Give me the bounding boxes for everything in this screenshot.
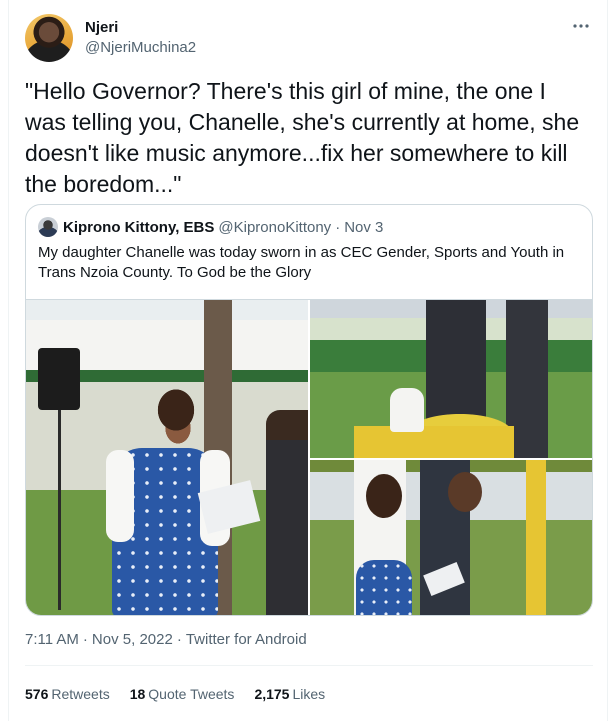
lady-head-shape: [366, 474, 402, 518]
likes-stat[interactable]: 2,175 Likes: [254, 684, 325, 704]
photo-signing-table[interactable]: [310, 300, 592, 458]
tweet-text: "Hello Governor? There's this girl of mi…: [25, 78, 586, 197]
author-display-name[interactable]: Njeri: [85, 18, 196, 38]
divider: [25, 665, 593, 666]
tweet-card: Njeri @NjeriMuchina2 "Hello Governor? Th…: [8, 0, 608, 721]
avatar[interactable]: [25, 14, 73, 62]
author-names[interactable]: Njeri @NjeriMuchina2: [85, 18, 196, 58]
tweet-time-link[interactable]: 7:11 AM: [25, 631, 79, 648]
likes-label: Likes: [292, 686, 326, 702]
speaker-shape: [38, 348, 80, 410]
retweets-stat[interactable]: 576 Retweets: [25, 684, 110, 704]
quote-tweets-label: Quote Tweets: [148, 686, 235, 702]
table-shape: [354, 426, 514, 458]
quoted-tweet[interactable]: Kiprono Kittony, EBS @KipronoKittony · N…: [25, 204, 593, 616]
likes-count: 2,175: [254, 686, 290, 702]
quoted-media-grid: [26, 299, 592, 615]
quote-tweets-stat[interactable]: 18 Quote Tweets: [130, 684, 235, 704]
retweets-label: Retweets: [51, 686, 110, 702]
more-horizontal-icon[interactable]: [569, 16, 593, 40]
tweet-header: Njeri @NjeriMuchina2: [25, 14, 593, 64]
cardigan-left-shape: [106, 450, 134, 542]
official-shape: [266, 410, 308, 615]
document-shape: [423, 562, 465, 596]
photo-document-exchange[interactable]: [310, 460, 592, 615]
quoted-separator: ·: [335, 218, 341, 236]
quoted-avatar: [38, 217, 58, 237]
meta-separator-2: ·: [176, 631, 182, 648]
tweet-stats: 576 Retweets 18 Quote Tweets 2,175 Likes: [25, 684, 345, 704]
quoted-author-name: Kiprono Kittony, EBS: [63, 218, 215, 236]
tweet-meta: 7:11 AM · Nov 5, 2022 · Twitter for Android: [25, 630, 307, 650]
quoted-tweet-header: Kiprono Kittony, EBS @KipronoKittony · N…: [38, 217, 383, 237]
lady-dress-shape: [356, 560, 412, 615]
quoted-date: Nov 3: [344, 218, 384, 236]
tweet-source-link[interactable]: Twitter for Android: [186, 631, 307, 648]
signer-shape: [390, 388, 424, 432]
quote-tweets-count: 18: [129, 686, 146, 702]
retweets-count: 576: [25, 686, 49, 702]
meta-separator: ·: [82, 631, 88, 648]
quoted-text: My daughter Chanelle was today sworn in …: [38, 244, 565, 281]
tweet-date-link[interactable]: Nov 5, 2022: [92, 631, 173, 648]
photo-swearing-in-main[interactable]: [26, 300, 308, 615]
quoted-author-handle: @KipronoKittony: [218, 218, 332, 236]
author-handle[interactable]: @NjeriMuchina2: [85, 38, 196, 58]
stand-shape: [58, 410, 61, 610]
more-dots-glyph: [573, 24, 589, 28]
man-head-shape: [448, 472, 482, 512]
